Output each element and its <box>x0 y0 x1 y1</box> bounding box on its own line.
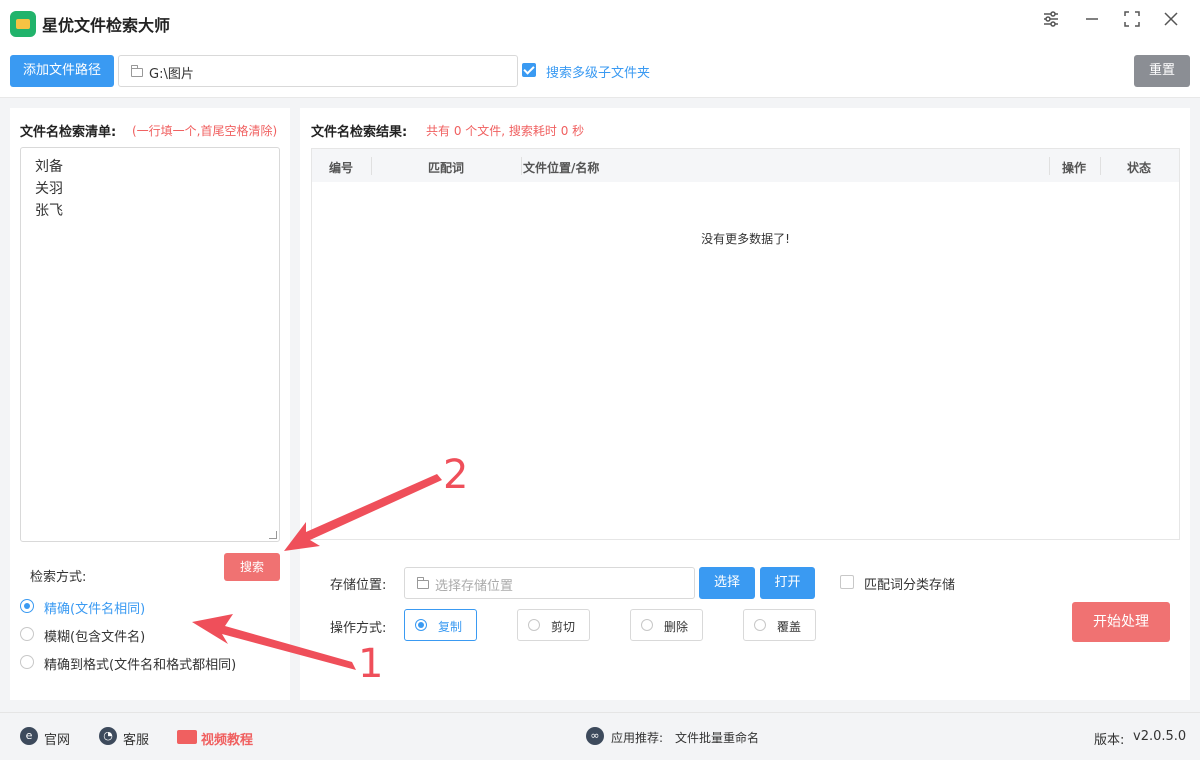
annotation-arrow-2 <box>284 474 442 551</box>
annotation-arrow-1 <box>192 614 356 670</box>
annotation-number-1: 1 <box>358 641 384 687</box>
annotation-number-2: 2 <box>443 452 469 498</box>
annotation-arrows <box>192 474 442 670</box>
